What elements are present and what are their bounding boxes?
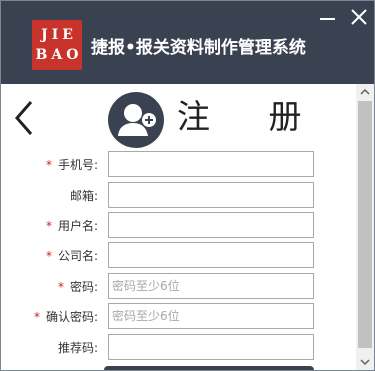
- required-mark: *: [33, 310, 40, 324]
- referral-code-input[interactable]: [108, 334, 314, 360]
- phone-input[interactable]: [108, 151, 314, 177]
- required-mark: *: [57, 280, 64, 294]
- company-input[interactable]: [108, 242, 314, 268]
- logo-text-top: JIE: [41, 27, 77, 43]
- chevron-down-icon: [360, 359, 370, 366]
- register-window: JIE BAO 捷报•报关资料制作管理系统 注 册 * 手机号: 邮箱: * 用…: [0, 0, 375, 371]
- required-mark: *: [45, 219, 52, 233]
- confirm-password-label: * 确认密码:: [33, 310, 98, 324]
- back-button[interactable]: [11, 98, 37, 138]
- title-bar: JIE BAO 捷报•报关资料制作管理系统: [1, 1, 374, 84]
- username-label: * 用户名:: [45, 219, 98, 233]
- chevron-left-icon: [15, 101, 33, 135]
- required-mark: *: [45, 158, 52, 172]
- form-row-referral: 推荐码:: [1, 334, 356, 360]
- form-row-phone: * 手机号:: [1, 151, 356, 177]
- chevron-up-icon: [360, 88, 370, 95]
- scrollbar-thumb[interactable]: [358, 101, 372, 348]
- register-form-panel: 注 册 * 手机号: 邮箱: * 用户名: * 公司名: * 密码: * 确认密码: 推荐…: [1, 84, 356, 370]
- scroll-down-button[interactable]: [356, 354, 374, 370]
- close-icon: [351, 9, 367, 25]
- password-label: * 密码:: [57, 280, 98, 294]
- form-row-email: 邮箱:: [1, 182, 356, 208]
- phone-label: * 手机号:: [45, 158, 98, 172]
- password-input[interactable]: [108, 273, 314, 299]
- register-title: 注 册: [177, 97, 326, 136]
- referral-code-label: 推荐码:: [57, 341, 98, 355]
- username-input[interactable]: [108, 212, 314, 238]
- logo-text-bottom: BAO: [35, 47, 83, 63]
- email-input[interactable]: [108, 182, 314, 208]
- scroll-up-button[interactable]: [356, 84, 374, 100]
- form-row-confirm-password: * 确认密码:: [1, 303, 356, 329]
- confirm-password-input[interactable]: [108, 303, 314, 329]
- add-user-icon: [108, 92, 164, 148]
- required-mark: *: [45, 249, 52, 263]
- company-label: * 公司名:: [45, 249, 98, 263]
- form-row-company: * 公司名:: [1, 242, 356, 268]
- form-row-password: * 密码:: [1, 273, 356, 299]
- submit-button-partial[interactable]: [104, 366, 314, 370]
- app-title: 捷报•报关资料制作管理系统: [91, 38, 306, 58]
- close-button[interactable]: [349, 7, 369, 27]
- form-row-username: * 用户名:: [1, 212, 356, 238]
- app-logo: JIE BAO: [32, 20, 82, 70]
- vertical-scrollbar[interactable]: [356, 84, 374, 370]
- minimize-button[interactable]: [317, 7, 337, 27]
- email-label: 邮箱:: [69, 189, 98, 203]
